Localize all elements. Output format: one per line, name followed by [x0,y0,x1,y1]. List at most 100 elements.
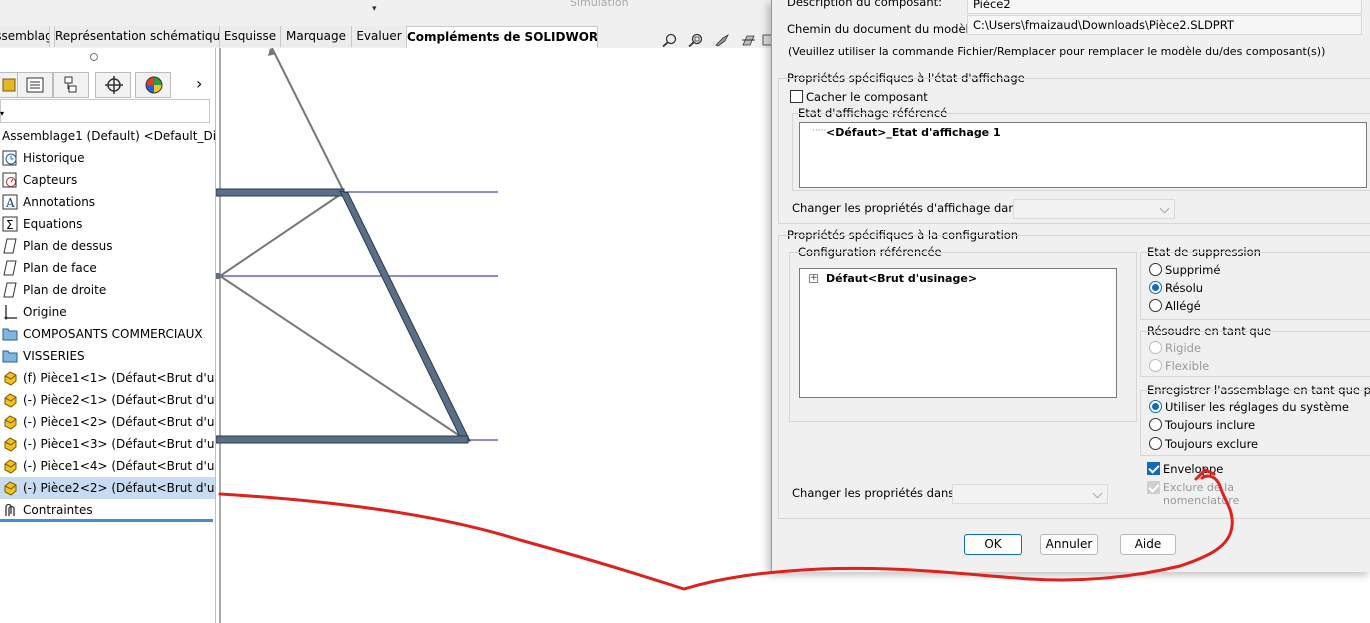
tree-item-label: (-) Pièce1<4> (Défaut<Brut d'usinag [23,459,215,473]
radio-supprime[interactable] [1149,263,1162,276]
tab-complements-solidworks[interactable]: Compléments de SOLIDWORKS [406,26,598,49]
tree-item-origine[interactable]: Origine [0,301,215,323]
radio-rigide-label: Rigide [1165,341,1202,355]
assembly-drawing [216,48,498,623]
chevron-down-icon [1092,488,1103,499]
plane-icon [3,260,17,276]
sensor-icon [2,172,17,188]
tree-item-composants-commerciaux[interactable]: COMPOSANTS COMMERCIAUX [0,323,215,345]
zoom-to-fit-icon[interactable] [662,33,678,47]
crosshair-icon [105,76,123,94]
tree-item-contraintes[interactable]: Contraintes [0,499,215,521]
display-state-item[interactable]: <Défaut>_Etat d'affichage 1 [826,126,1001,139]
tab-evaluer[interactable]: Evaluer [351,26,407,47]
radio-resolu[interactable] [1149,281,1162,294]
radio-resolu-label: Résolu [1165,281,1204,295]
ribbon-expand-caret[interactable]: ▾ [372,4,377,14]
tree-item-label: VISSERIES [23,349,85,363]
hide-component-checkbox[interactable] [790,90,803,103]
tree-end-marker [0,519,213,522]
help-button[interactable]: Aide [1120,534,1176,555]
tree-item-visseries[interactable]: VISSERIES [0,345,215,367]
previous-view-icon[interactable] [714,33,730,47]
radio-rigide[interactable] [1149,341,1162,354]
radio-supprime-label: Supprimé [1165,263,1221,277]
tree-item-label: (-) Pièce2<1> (Défaut<Brut d'usinag [23,393,215,407]
chevron-down-icon [1159,203,1170,214]
change-props-label: Changer les propriétés dans : [792,486,962,500]
part-icon [4,437,17,452]
section-view-icon[interactable] [740,33,756,47]
zoom-area-icon[interactable] [688,33,704,47]
tree-item-label: (-) Pièce1<2> (Défaut<Brut d'usinag [23,415,215,429]
envelope-checkbox[interactable] [1147,462,1160,475]
expand-plus-icon[interactable]: + [809,274,818,283]
tree-item-piece1-1[interactable]: (f) Pièce1<1> (Défaut<Brut d'usinag [0,367,215,389]
diagonal-brace-upper [219,191,345,277]
tree-item-plan-de-face[interactable]: Plan de face [0,257,215,279]
display-props-dropdown[interactable] [1013,199,1175,219]
ribbon-hint-label: Simulation [570,0,629,9]
envelope-label: Enveloppe [1163,462,1224,476]
dimxpert-manager-tab[interactable] [95,72,131,98]
radio-flexible[interactable] [1149,359,1162,372]
tree-item-capteurs[interactable]: Capteurs [0,169,215,191]
part-icon [4,415,17,430]
tree-root-label: Assemblage1 (Default) <Default_Display [2,129,215,143]
radio-use-system-settings[interactable] [1149,400,1162,413]
config-listbox[interactable]: + Défaut<Brut d'usinage> [799,268,1117,398]
config-item[interactable]: Défaut<Brut d'usinage> [826,272,977,285]
tree-item-label: COMPOSANTS COMMERCIAUX [23,327,203,341]
replace-hint-text: (Veuillez utiliser la commande Fichier/R… [788,45,1326,58]
tab-representation-schematique[interactable]: Représentation schématique [54,26,220,47]
tree-item-annotations[interactable]: A Annotations [0,191,215,213]
tab-marquage[interactable]: Marquage [280,26,352,47]
tree-item-historique[interactable]: Historique [0,147,215,169]
beam-bottom [216,435,469,444]
tree-item-piece1-2[interactable]: (-) Pièce1<2> (Défaut<Brut d'usinag [0,411,215,433]
tree-item-label: (-) Pièce2<2> (Défaut<Brut d'usinag [23,481,215,495]
radio-always-exclude-label: Toujours exclure [1165,437,1259,451]
property-list-icon [26,77,44,93]
tree-root-assembly[interactable]: Assemblage1 (Default) <Default_Display [0,125,215,147]
configuration-manager-tab[interactable] [53,72,89,98]
description-field[interactable]: Pièce2 [967,0,1362,14]
ok-button[interactable]: OK [964,534,1022,555]
tree-item-plan-de-droite[interactable]: Plan de droite [0,279,215,301]
tree-item-piece2-2[interactable]: (-) Pièce2<2> (Défaut<Brut d'usinag [0,477,215,499]
radio-allege[interactable] [1149,299,1162,312]
tree-item-piece1-3[interactable]: (-) Pièce1<3> (Défaut<Brut d'usinag [0,433,215,455]
origin-icon [4,305,17,320]
radio-always-include[interactable] [1149,418,1162,431]
tree-item-label: (f) Pièce1<1> (Défaut<Brut d'usinag [23,371,215,385]
cancel-button[interactable]: Annuler [1040,534,1098,555]
diagonal-brace-top [271,48,345,193]
tree-item-equations[interactable]: Σ Equations [0,213,215,235]
display-state-listbox[interactable]: ····· <Défaut>_Etat d'affichage 1 [799,122,1367,188]
tab-esquisse[interactable]: Esquisse [219,26,281,47]
tree-filter-input[interactable] [0,99,210,123]
part-icon [4,459,17,474]
hide-component-label: Cacher le composant [806,90,928,104]
component-properties-dialog: Description du composant: Pièce2 Chemin … [771,0,1370,572]
plane-icon [3,282,17,298]
display-manager-tab[interactable] [135,72,171,98]
annotations-icon: A [2,194,18,210]
model-path-field[interactable]: C:\Users\fmaizaud\Downloads\Pièce2.SLDPR… [967,15,1362,35]
exclude-bom-checkbox[interactable] [1147,481,1160,494]
beam-top [216,188,345,197]
chevron-right-icon[interactable]: › [196,74,202,93]
tree-item-label: Equations [23,217,83,231]
radio-always-include-label: Toujours inclure [1165,418,1256,432]
property-manager-tab[interactable] [17,72,53,98]
panel-collapse-handle[interactable] [90,53,98,61]
tree-item-plan-de-dessus[interactable]: Plan de dessus [0,235,215,257]
tab-assemblage[interactable]: Assemblage [0,26,50,47]
change-props-dropdown[interactable] [952,484,1108,504]
radio-always-exclude[interactable] [1149,437,1162,450]
tree-item-piece2-1[interactable]: (-) Pièce2<1> (Défaut<Brut d'usinag [0,389,215,411]
tree-item-label: Plan de dessus [23,239,113,253]
tree-item-piece1-4[interactable]: (-) Pièce1<4> (Défaut<Brut d'usinag [0,455,215,477]
folder-icon [2,328,18,341]
filter-dropdown-icon[interactable]: ▾ [0,109,4,118]
